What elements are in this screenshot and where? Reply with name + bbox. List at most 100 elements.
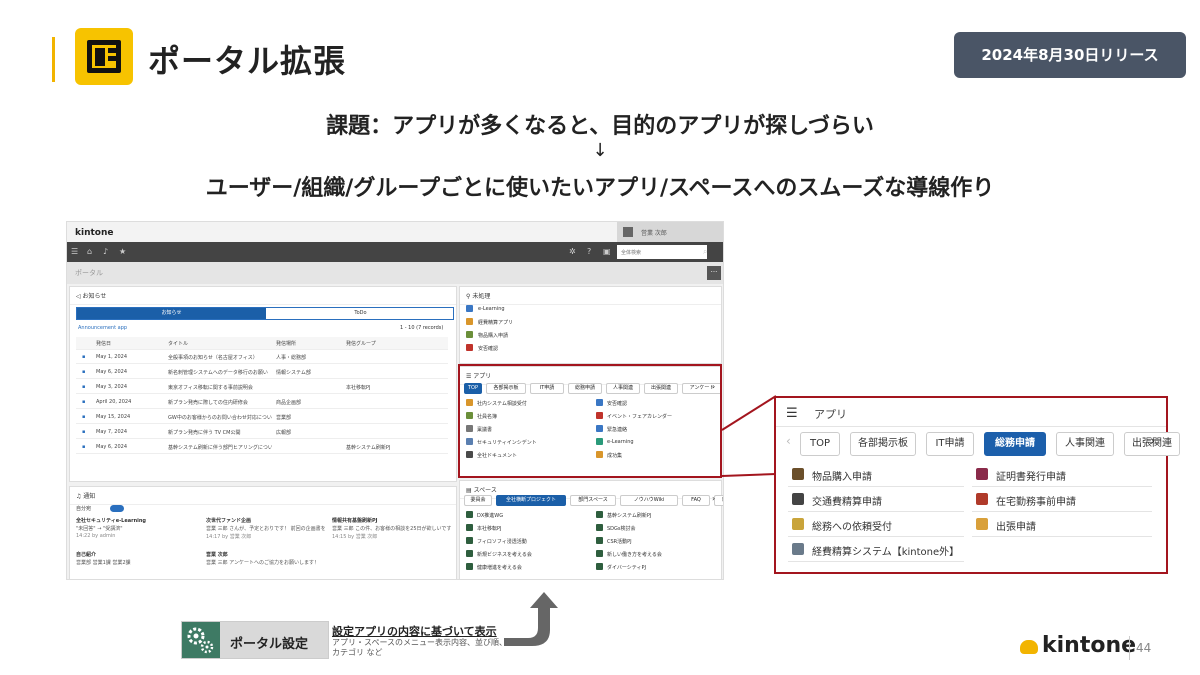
spaces-tab[interactable]: 委員会: [464, 495, 492, 506]
zoom-app-item[interactable]: 証明書発行申請: [996, 468, 1066, 483]
notify-title[interactable]: 自己紹介: [76, 551, 196, 558]
pending-item[interactable]: 安否確認: [478, 345, 498, 352]
star-icon[interactable]: ★: [119, 247, 126, 256]
notify-body: 営業 三郎 アンケートへのご協力をお願いします！: [206, 560, 319, 566]
footer-divider: [1129, 636, 1130, 660]
chevron-right-icon[interactable]: ›: [1150, 434, 1155, 449]
space-icon: [596, 537, 603, 544]
zoom-app-item[interactable]: 交通費精算申請: [812, 493, 882, 508]
app-icon: [792, 518, 804, 530]
notify-title[interactable]: 情報共有基盤刷新PJ: [332, 517, 452, 524]
gears-icon: [182, 622, 220, 658]
gear-icon[interactable]: ✲: [569, 247, 576, 256]
space-item[interactable]: DX推進WG: [477, 512, 503, 519]
release-date-badge: 2024年8月30日リリース: [954, 32, 1186, 78]
zoom-app-item[interactable]: 出張申請: [996, 518, 1036, 533]
table-row[interactable]: ▪ April 20, 2024 新プラン発売に際しての住内研修会 商品企画部: [76, 396, 448, 409]
space-item[interactable]: CSR活動PJ: [607, 538, 632, 545]
zoom-app-item[interactable]: 在宅勤務事前申請: [996, 493, 1076, 508]
tab-todo[interactable]: ToDo: [266, 308, 455, 319]
filter-toggle[interactable]: [110, 505, 124, 512]
cell-place: 営業部: [276, 415, 292, 421]
home-icon[interactable]: ⌂: [87, 247, 92, 256]
app-icon: [466, 331, 473, 338]
search-input[interactable]: 全体検索: [617, 245, 707, 259]
chevron-left-icon[interactable]: ‹: [786, 434, 791, 448]
zoom-apps-header: アプリ: [814, 408, 847, 421]
space-icon: ▤: [466, 487, 474, 494]
cell-date: May 1, 2024: [96, 354, 128, 360]
table-row[interactable]: ▪ May 1, 2024 全般事項のお知らせ（名古屋オフィス） 人事・総務部: [76, 351, 448, 364]
pending-item[interactable]: 経費精算アプリ: [478, 319, 513, 326]
space-item[interactable]: 健康増進を考える会: [477, 564, 522, 571]
zoom-tab[interactable]: TOP: [800, 432, 840, 456]
cell-place: 人事・総務部: [276, 355, 307, 361]
zoom-app-item[interactable]: 物品購入申請: [812, 468, 872, 483]
spaces-tab[interactable]: FAQ: [682, 495, 710, 506]
notify-title[interactable]: 次世代ファンド企画: [206, 517, 326, 524]
cell-date: April 20, 2024: [96, 399, 132, 405]
pending-item[interactable]: 物品購入申請: [478, 332, 508, 339]
notify-body: 営業部 営業1課 営業2課: [76, 560, 131, 566]
spaces-tab[interactable]: 部門スペース: [570, 495, 616, 506]
notify-title[interactable]: 全社セキュリティe-Learning: [76, 517, 196, 524]
space-item[interactable]: 新規ビジネスを考える会: [477, 551, 532, 558]
table-row[interactable]: ▪ May 7, 2024 新プラン発売に伴う TV CM公開 広報部: [76, 426, 448, 439]
cell-title: 新名刺管理システムへのデータ移行のお願い: [168, 370, 268, 376]
kintone-cloud-icon: [1020, 640, 1038, 654]
doc-icon: ▪: [82, 399, 86, 405]
help-icon[interactable]: ?: [587, 247, 591, 256]
tab-notices[interactable]: お知らせ: [77, 308, 266, 319]
spaces-tab[interactable]: 全社横断プロジェクト: [496, 495, 566, 506]
divider: [788, 511, 964, 512]
list-icon: ☰: [786, 406, 798, 421]
menu-icon[interactable]: ☰: [71, 247, 78, 256]
space-item[interactable]: 基幹システム刷新PJ: [607, 512, 651, 519]
notify-filter[interactable]: 自分宛: [76, 505, 91, 512]
app-icon: [976, 493, 988, 505]
space-item[interactable]: SDGs検討会: [607, 525, 636, 532]
doc-icon: ▪: [82, 429, 86, 435]
notify-title[interactable]: 営業 次郎: [206, 551, 326, 558]
table-row[interactable]: ▪ May 6, 2024 基幹システム刷新に伴う部門ヒアリングについて 基幹システム…: [76, 441, 448, 454]
app-icon: [792, 468, 804, 480]
more-options-button[interactable]: ···: [707, 266, 721, 280]
app-icon: [466, 344, 473, 351]
space-item[interactable]: 本社移転PJ: [477, 525, 502, 532]
app-icon: [976, 468, 988, 480]
bell-icon[interactable]: ♪: [103, 247, 108, 256]
search-icon[interactable]: ⌕: [703, 247, 707, 257]
down-arrow: ↓: [592, 140, 608, 161]
cell-date: May 7, 2024: [96, 429, 128, 435]
divider: [788, 536, 964, 537]
curved-up-arrow-icon: [504, 592, 558, 646]
cell-title: 基幹システム刷新に伴う部門ヒアリングについて: [168, 445, 272, 451]
app-icon[interactable]: ▣: [603, 247, 611, 256]
notify-meta: 14:22 by admin: [76, 533, 116, 539]
space-item[interactable]: フィロソフィ浸透活動: [477, 538, 527, 545]
spaces-tab[interactable]: 雑談スレッド: [714, 495, 723, 506]
space-icon: [596, 511, 603, 518]
table-row[interactable]: ▪ May 15, 2024 GW中のお客様からのお問い合わせ対応について 営業部: [76, 411, 448, 424]
app-icon: [792, 493, 804, 505]
zoom-tab[interactable]: 人事関連: [1056, 432, 1114, 456]
doc-icon: ▪: [82, 369, 86, 375]
user-menu[interactable]: 営業 次郎: [617, 222, 723, 242]
zoom-tab[interactable]: 各部掲示板: [850, 432, 916, 456]
zoom-tab[interactable]: IT申請: [926, 432, 974, 456]
chevron-right-icon[interactable]: ›: [712, 494, 715, 503]
zoom-app-item[interactable]: 総務への依頼受付: [812, 518, 892, 533]
space-item[interactable]: 新しい働き方を考える会: [607, 551, 662, 558]
page-heading: ポータル: [75, 269, 103, 277]
spaces-tab[interactable]: ノウハウWiki: [620, 495, 678, 506]
announcement-app-link[interactable]: Announcement app: [78, 325, 127, 331]
table-row[interactable]: ▪ May 3, 2024 東京オフィス移転に関する事前説明会 本社移転PJ: [76, 381, 448, 394]
app-icon: [792, 543, 804, 555]
zoom-tab[interactable]: 総務申請: [984, 432, 1046, 456]
pending-item[interactable]: e-Learning: [478, 306, 505, 312]
table-header: 発信日 タイトル 発信場所 発信グループ: [76, 337, 448, 350]
doc-icon: ▪: [82, 414, 86, 420]
table-row[interactable]: ▪ May 6, 2024 新名刺管理システムへのデータ移行のお願い 情報システム部: [76, 366, 448, 379]
zoom-app-item[interactable]: 経費精算システム【kintone外】: [812, 543, 959, 558]
space-item[interactable]: ダイバーシティPJ: [607, 564, 646, 571]
